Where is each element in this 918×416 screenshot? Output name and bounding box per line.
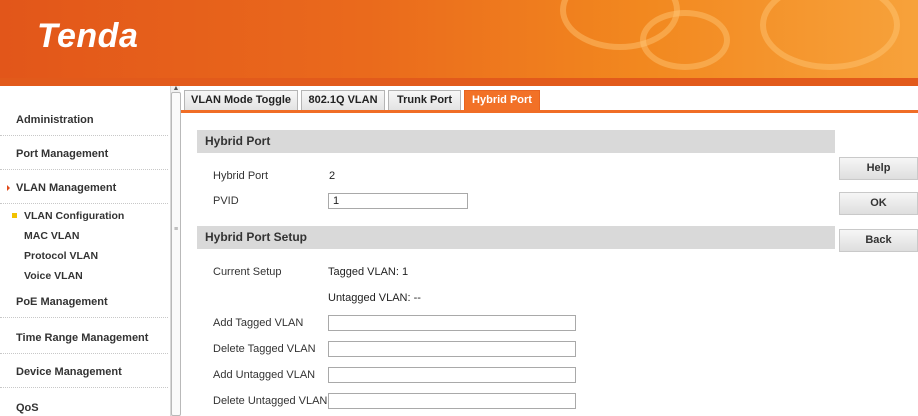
sidebar-scrollbar[interactable]: ▲ ≡ [170,85,181,416]
current-setup-label: Current Setup [213,266,282,278]
tab-underline [181,110,918,113]
untagged-vlan-current: Untagged VLAN: -- [328,292,421,304]
sidebar-subitem-mac-vlan[interactable]: MAC VLAN [24,230,79,242]
sidebar-item-device-management[interactable]: Device Management [0,354,168,388]
hybrid-port-value: 2 [329,170,336,182]
sidebar-subitem-vlan-configuration[interactable]: VLAN Configuration [11,210,124,222]
sidebar-item-label: Time Range Management [16,332,149,344]
sidebar-item-vlan-management[interactable]: VLAN Management [0,170,168,204]
sidebar-item-qos[interactable]: QoS [0,390,168,416]
add-tagged-vlan-input[interactable] [328,315,576,331]
scroll-grip-icon: ≡ [174,226,179,233]
pvid-input[interactable] [328,193,468,209]
scrollbar-thumb[interactable]: ≡ [171,92,181,416]
header-divider [0,78,918,86]
sidebar-nav: Administration Port Management VLAN Mana… [0,86,168,416]
section-hybrid-port-setup-title: Hybrid Port Setup [197,226,835,249]
add-tagged-vlan-label: Add Tagged VLAN [213,317,304,329]
pvid-label: PVID [213,195,239,207]
sidebar-item-poe-management[interactable]: PoE Management [0,284,168,318]
header-banner: Tenda [0,0,918,78]
sidebar-item-label: Port Management [16,148,109,160]
delete-tagged-vlan-label: Delete Tagged VLAN [213,343,316,355]
section-hybrid-port-title: Hybrid Port [197,130,835,153]
sidebar-item-port-management[interactable]: Port Management [0,136,168,170]
back-button[interactable]: Back [839,229,918,252]
add-untagged-vlan-input[interactable] [328,367,576,383]
delete-tagged-vlan-input[interactable] [328,341,576,357]
sidebar-subitem-voice-vlan[interactable]: Voice VLAN [24,270,83,282]
sidebar-item-label: PoE Management [16,296,108,308]
header-decoration [640,10,730,70]
sidebar-item-time-range-management[interactable]: Time Range Management [0,320,168,354]
tagged-vlan-current: Tagged VLAN: 1 [328,266,409,278]
sidebar-item-label: Device Management [16,366,122,378]
add-untagged-vlan-label: Add Untagged VLAN [213,369,316,381]
delete-untagged-vlan-label: Delete Untagged VLAN [213,395,328,407]
sidebar-item-label: QoS [16,402,39,414]
help-button[interactable]: Help [839,157,918,180]
hybrid-port-label: Hybrid Port [213,170,269,182]
tab-vlan-mode-toggle[interactable]: VLAN Mode Toggle [184,90,298,110]
tab-hybrid-port[interactable]: Hybrid Port [464,90,540,110]
sidebar-item-label: VLAN Management [16,182,117,194]
tab-trunk-port[interactable]: Trunk Port [388,90,461,110]
tab-802-1q-vlan[interactable]: 802.1Q VLAN [301,90,385,110]
delete-untagged-vlan-input[interactable] [328,393,576,409]
sidebar-subitem-protocol-vlan[interactable]: Protocol VLAN [24,250,98,262]
sidebar-item-administration[interactable]: Administration [0,102,168,136]
ok-button[interactable]: OK [839,192,918,215]
sidebar-item-label: Administration [16,114,94,126]
brand-logo: Tenda [37,17,139,55]
header-decoration [760,0,900,70]
